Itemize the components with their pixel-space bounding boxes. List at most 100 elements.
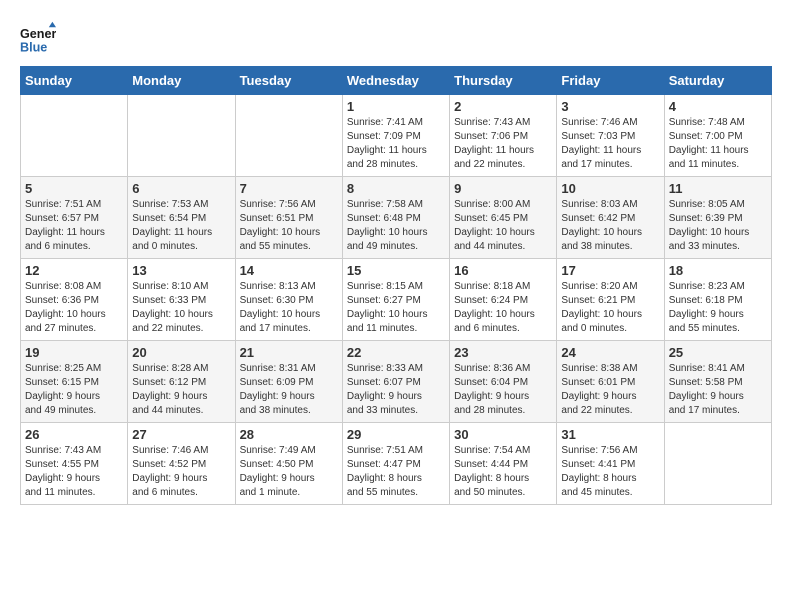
cell-content: Sunrise: 7:46 AM Sunset: 7:03 PM Dayligh… <box>561 116 659 172</box>
day-number: 11 <box>669 181 767 196</box>
svg-text:General: General <box>20 27 56 41</box>
calendar-cell: 5Sunrise: 7:51 AM Sunset: 6:57 PM Daylig… <box>21 177 128 259</box>
day-number: 1 <box>347 99 445 114</box>
cell-content: Sunrise: 7:51 AM Sunset: 4:47 PM Dayligh… <box>347 444 445 500</box>
day-number: 22 <box>347 345 445 360</box>
day-number: 14 <box>240 263 338 278</box>
day-header-tuesday: Tuesday <box>235 67 342 95</box>
day-number: 29 <box>347 427 445 442</box>
day-number: 23 <box>454 345 552 360</box>
day-number: 7 <box>240 181 338 196</box>
cell-content: Sunrise: 8:31 AM Sunset: 6:09 PM Dayligh… <box>240 362 338 418</box>
calendar-cell: 23 Sunrise: 8:36 AM Sunset: 6:04 PM Dayli… <box>450 341 557 423</box>
calendar-cell: 2 Sunrise: 7:43 AM Sunset: 7:06 PM Daylig… <box>450 95 557 177</box>
calendar-cell: 17Sunrise: 8:20 AM Sunset: 6:21 PM Dayli… <box>557 259 664 341</box>
day-number: 18 <box>669 263 767 278</box>
calendar-cell: 6Sunrise: 7:53 AM Sunset: 6:54 PM Daylig… <box>128 177 235 259</box>
day-header-wednesday: Wednesday <box>342 67 449 95</box>
day-number: 19 <box>25 345 123 360</box>
calendar-cell: 13 Sunrise: 8:10 AM Sunset: 6:33 PM Dayli… <box>128 259 235 341</box>
calendar-cell: 9Sunrise: 8:00 AM Sunset: 6:45 PM Daylig… <box>450 177 557 259</box>
day-number: 8 <box>347 181 445 196</box>
cell-content: Sunrise: 7:53 AM Sunset: 6:54 PM Dayligh… <box>132 198 230 254</box>
cell-content: Sunrise: 7:58 AM Sunset: 6:48 PM Dayligh… <box>347 198 445 254</box>
cell-content: Sunrise: 8:20 AM Sunset: 6:21 PM Dayligh… <box>561 280 659 336</box>
week-row-2: 5Sunrise: 7:51 AM Sunset: 6:57 PM Daylig… <box>21 177 772 259</box>
calendar-cell: 3 Sunrise: 7:46 AM Sunset: 7:03 PM Daylig… <box>557 95 664 177</box>
day-number: 20 <box>132 345 230 360</box>
calendar-cell: 11 Sunrise: 8:05 AM Sunset: 6:39 PM Dayli… <box>664 177 771 259</box>
day-number: 24 <box>561 345 659 360</box>
calendar-cell: 22 Sunrise: 8:33 AM Sunset: 6:07 PM Dayli… <box>342 341 449 423</box>
day-number: 28 <box>240 427 338 442</box>
cell-content: Sunrise: 7:46 AM Sunset: 4:52 PM Dayligh… <box>132 444 230 500</box>
calendar-cell: 12 Sunrise: 8:08 AM Sunset: 6:36 PM Dayli… <box>21 259 128 341</box>
calendar-cell: 30 Sunrise: 7:54 AM Sunset: 4:44 PM Dayli… <box>450 423 557 505</box>
calendar-cell: 20 Sunrise: 8:28 AM Sunset: 6:12 PM Dayli… <box>128 341 235 423</box>
cell-content: Sunrise: 8:15 AM Sunset: 6:27 PM Dayligh… <box>347 280 445 336</box>
calendar-cell <box>21 95 128 177</box>
cell-content: Sunrise: 7:41 AM Sunset: 7:09 PM Dayligh… <box>347 116 445 172</box>
calendar-cell: 26Sunrise: 7:43 AM Sunset: 4:55 PM Dayli… <box>21 423 128 505</box>
day-header-friday: Friday <box>557 67 664 95</box>
day-number: 4 <box>669 99 767 114</box>
cell-content: Sunrise: 8:03 AM Sunset: 6:42 PM Dayligh… <box>561 198 659 254</box>
week-row-5: 26Sunrise: 7:43 AM Sunset: 4:55 PM Dayli… <box>21 423 772 505</box>
cell-content: Sunrise: 7:51 AM Sunset: 6:57 PM Dayligh… <box>25 198 123 254</box>
cell-content: Sunrise: 8:33 AM Sunset: 6:07 PM Dayligh… <box>347 362 445 418</box>
calendar-cell: 16 Sunrise: 8:18 AM Sunset: 6:24 PM Dayli… <box>450 259 557 341</box>
day-number: 13 <box>132 263 230 278</box>
day-header-monday: Monday <box>128 67 235 95</box>
week-row-3: 12 Sunrise: 8:08 AM Sunset: 6:36 PM Dayli… <box>21 259 772 341</box>
cell-content: Sunrise: 8:41 AM Sunset: 5:58 PM Dayligh… <box>669 362 767 418</box>
cell-content: Sunrise: 7:54 AM Sunset: 4:44 PM Dayligh… <box>454 444 552 500</box>
day-number: 15 <box>347 263 445 278</box>
day-number: 12 <box>25 263 123 278</box>
day-number: 16 <box>454 263 552 278</box>
cell-content: Sunrise: 7:56 AM Sunset: 6:51 PM Dayligh… <box>240 198 338 254</box>
logo-icon: General Blue <box>20 20 56 56</box>
cell-content: Sunrise: 8:25 AM Sunset: 6:15 PM Dayligh… <box>25 362 123 418</box>
day-number: 3 <box>561 99 659 114</box>
calendar-cell: 10 Sunrise: 8:03 AM Sunset: 6:42 PM Dayli… <box>557 177 664 259</box>
cell-content: Sunrise: 8:18 AM Sunset: 6:24 PM Dayligh… <box>454 280 552 336</box>
cell-content: Sunrise: 8:36 AM Sunset: 6:04 PM Dayligh… <box>454 362 552 418</box>
cell-content: Sunrise: 8:05 AM Sunset: 6:39 PM Dayligh… <box>669 198 767 254</box>
logo: General Blue <box>20 20 60 56</box>
week-row-1: 1 Sunrise: 7:41 AM Sunset: 7:09 PM Daylig… <box>21 95 772 177</box>
day-number: 21 <box>240 345 338 360</box>
cell-content: Sunrise: 8:00 AM Sunset: 6:45 PM Dayligh… <box>454 198 552 254</box>
cell-content: Sunrise: 7:56 AM Sunset: 4:41 PM Dayligh… <box>561 444 659 500</box>
calendar-cell: 24 Sunrise: 8:38 AM Sunset: 6:01 PM Dayli… <box>557 341 664 423</box>
calendar-cell <box>664 423 771 505</box>
calendar-cell: 15 Sunrise: 8:15 AM Sunset: 6:27 PM Dayli… <box>342 259 449 341</box>
calendar-cell: 29 Sunrise: 7:51 AM Sunset: 4:47 PM Dayli… <box>342 423 449 505</box>
calendar-cell: 1 Sunrise: 7:41 AM Sunset: 7:09 PM Daylig… <box>342 95 449 177</box>
calendar-cell: 8 Sunrise: 7:58 AM Sunset: 6:48 PM Daylig… <box>342 177 449 259</box>
page-header: General Blue <box>20 20 772 56</box>
calendar-cell <box>128 95 235 177</box>
calendar-cell: 7 Sunrise: 7:56 AM Sunset: 6:51 PM Daylig… <box>235 177 342 259</box>
day-header-thursday: Thursday <box>450 67 557 95</box>
cell-content: Sunrise: 8:23 AM Sunset: 6:18 PM Dayligh… <box>669 280 767 336</box>
calendar-cell: 25Sunrise: 8:41 AM Sunset: 5:58 PM Dayli… <box>664 341 771 423</box>
svg-text:Blue: Blue <box>20 41 47 55</box>
day-number: 10 <box>561 181 659 196</box>
day-number: 30 <box>454 427 552 442</box>
cell-content: Sunrise: 8:13 AM Sunset: 6:30 PM Dayligh… <box>240 280 338 336</box>
day-number: 31 <box>561 427 659 442</box>
cell-content: Sunrise: 7:43 AM Sunset: 4:55 PM Dayligh… <box>25 444 123 500</box>
day-number: 2 <box>454 99 552 114</box>
cell-content: Sunrise: 8:08 AM Sunset: 6:36 PM Dayligh… <box>25 280 123 336</box>
cell-content: Sunrise: 7:43 AM Sunset: 7:06 PM Dayligh… <box>454 116 552 172</box>
cell-content: Sunrise: 8:10 AM Sunset: 6:33 PM Dayligh… <box>132 280 230 336</box>
calendar-cell <box>235 95 342 177</box>
cell-content: Sunrise: 8:38 AM Sunset: 6:01 PM Dayligh… <box>561 362 659 418</box>
week-row-4: 19 Sunrise: 8:25 AM Sunset: 6:15 PM Dayli… <box>21 341 772 423</box>
calendar-cell: 19 Sunrise: 8:25 AM Sunset: 6:15 PM Dayli… <box>21 341 128 423</box>
calendar-cell: 4Sunrise: 7:48 AM Sunset: 7:00 PM Daylig… <box>664 95 771 177</box>
cell-content: Sunrise: 8:28 AM Sunset: 6:12 PM Dayligh… <box>132 362 230 418</box>
calendar-header-row: SundayMondayTuesdayWednesdayThursdayFrid… <box>21 67 772 95</box>
calendar: SundayMondayTuesdayWednesdayThursdayFrid… <box>20 66 772 505</box>
calendar-cell: 14 Sunrise: 8:13 AM Sunset: 6:30 PM Dayli… <box>235 259 342 341</box>
